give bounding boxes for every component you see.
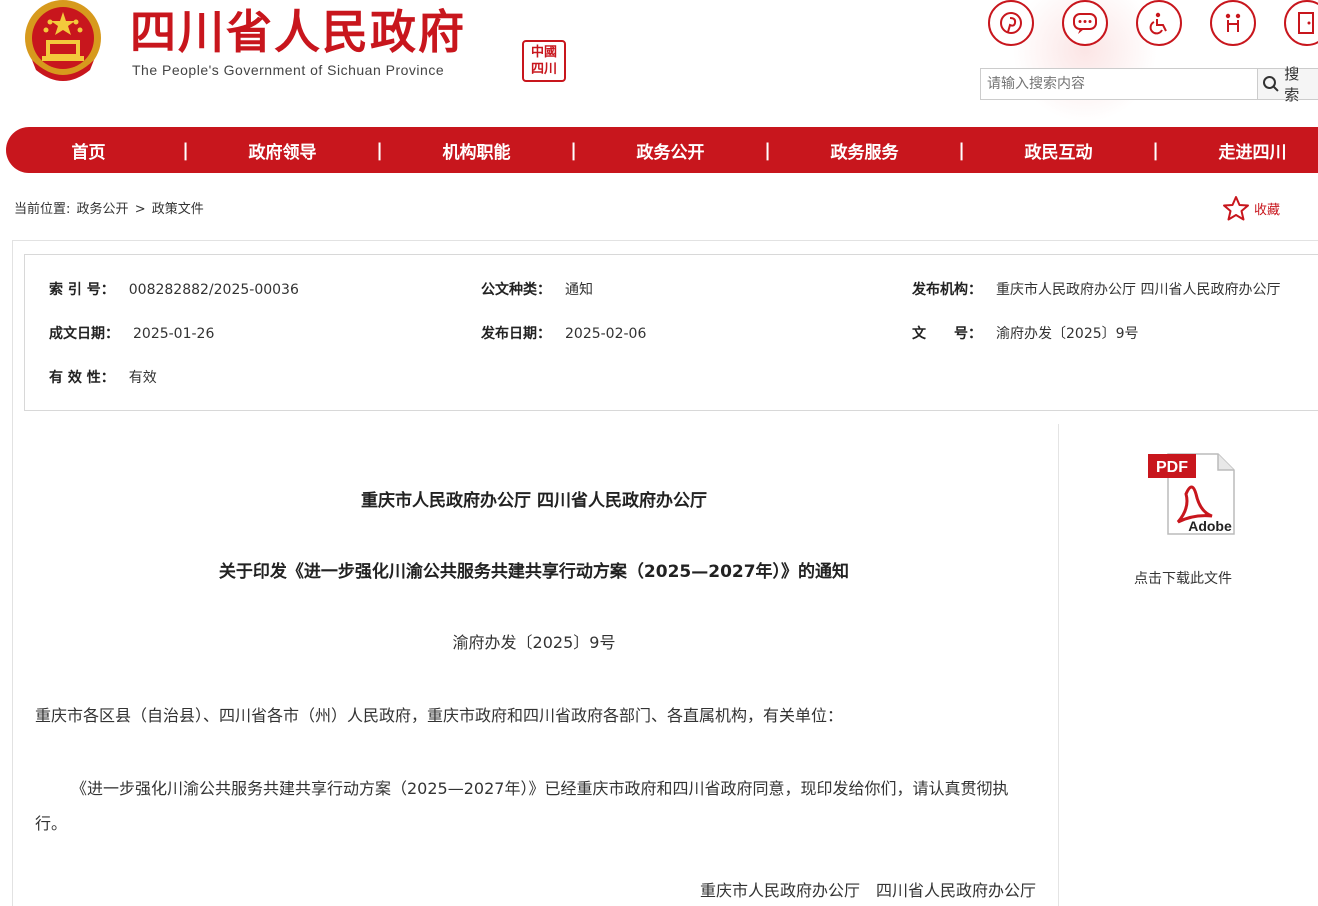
nav-item-interaction[interactable]: 政民互动	[1010, 138, 1107, 163]
meta-label: 索 引 号：	[49, 282, 115, 298]
meta-created-date: 成文日期： 2025-01-26	[49, 323, 214, 343]
meta-label: 发布机构：	[912, 282, 982, 298]
breadcrumb: 当前位置: 政务公开 > 政策文件	[14, 198, 206, 217]
breadcrumb-prefix: 当前位置:	[14, 202, 71, 217]
meta-value: 2025-01-26	[133, 326, 215, 342]
search-input[interactable]	[981, 69, 1258, 99]
article-addressees: 重庆市各区县（自治县）、四川省各市（州）人民政府，重庆市政府和四川省政府各部门、…	[35, 706, 844, 725]
search-button-label: 搜 索	[1284, 65, 1300, 104]
nav-item-gov-affairs[interactable]: 政务公开	[622, 138, 719, 163]
nav-separator: |	[958, 139, 965, 161]
nav-item-leaders[interactable]: 政府领导	[234, 138, 331, 163]
nav-separator: |	[376, 139, 383, 161]
download-file-link[interactable]: 点击下载此文件	[1134, 568, 1232, 588]
adobe-text: Adobe	[1188, 518, 1232, 534]
favorite-label: 收藏	[1254, 202, 1281, 218]
meta-validity: 有 效 性： 有效	[49, 367, 157, 387]
document-meta-table: 索 引 号： 008282882/2025-00036 公文种类： 通知 发布机构：…	[24, 254, 1318, 411]
meta-issuer: 发布机构： 重庆市人民政府办公厅 四川省人民政府办公厅	[912, 279, 1280, 299]
article-issuer: 重庆市人民政府办公厅 四川省人民政府办公厅	[361, 491, 707, 511]
nav-separator: |	[182, 139, 189, 161]
meta-label: 发布日期：	[481, 326, 551, 342]
meta-doc-no: 文 号： 渝府办发〔2025〕9号	[912, 323, 1139, 343]
meta-label: 有 效 性：	[49, 370, 115, 386]
article-title: 关于印发《进一步强化川渝公共服务共建共享行动方案（2025—2027年）》的通知	[218, 562, 850, 582]
article-signature: 重庆市人民政府办公厅 四川省人民政府办公厅	[699, 881, 1036, 900]
exit-icon[interactable]	[1284, 0, 1318, 46]
meta-value: 通知	[565, 282, 593, 298]
article-body: 重庆市人民政府办公厅 四川省人民政府办公厅 关于印发《进一步强化川渝公共服务共建…	[24, 424, 1054, 906]
elderly-care-icon[interactable]	[1210, 0, 1256, 46]
china-sichuan-seal: 中國 四川	[522, 40, 566, 82]
meta-label: 文 号：	[912, 326, 982, 342]
meta-value: 有效	[128, 370, 157, 386]
top-icon-bar	[988, 0, 1318, 46]
meta-value: 渝府办发〔2025〕9号	[996, 326, 1139, 342]
meta-index-no: 索 引 号： 008282882/2025-00036	[49, 279, 299, 299]
star-icon	[1223, 196, 1249, 221]
main-nav: 首页 | 政府领导 | 机构职能 | 政务公开 | 政务服务 | 政民互动 | …	[6, 127, 1318, 173]
search-box: 搜 索	[980, 65, 1318, 104]
nav-separator: |	[764, 139, 771, 161]
breadcrumb-policy-docs[interactable]: 政策文件	[152, 202, 204, 217]
article-doc-no: 渝府办发〔2025〕9号	[452, 633, 616, 652]
national-emblem-icon	[25, 0, 101, 81]
accessibility-icon[interactable]	[1136, 0, 1182, 46]
meta-label: 公文种类：	[481, 282, 551, 298]
column-divider	[1058, 424, 1059, 906]
nav-separator: |	[1152, 139, 1159, 161]
nav-item-services[interactable]: 政务服务	[816, 138, 913, 163]
meta-published-date: 发布日期： 2025-02-06	[481, 323, 646, 343]
meta-value: 2025-02-06	[565, 326, 647, 342]
meta-value: 008282882/2025-00036	[128, 282, 299, 298]
favorite-button[interactable]: 收藏	[1222, 195, 1280, 221]
site-header: 四川省人民政府 The People's Government of Sichu…	[0, 0, 1318, 120]
breadcrumb-gov-affairs[interactable]: 政务公开	[77, 202, 129, 217]
meta-label: 成文日期：	[49, 326, 119, 342]
article-paragraph: 《进一步强化川渝公共服务共建共享行动方案（2025—2027年）》已经重庆市政府…	[35, 779, 1009, 833]
nav-item-home[interactable]: 首页	[40, 138, 137, 163]
chat-icon[interactable]	[1062, 0, 1108, 46]
meta-doc-type: 公文种类： 通知	[481, 279, 593, 299]
search-button[interactable]: 搜 索	[1257, 65, 1318, 104]
pdf-download-icon[interactable]: PDF Adobe	[1146, 450, 1236, 538]
breadcrumb-separator: >	[134, 202, 146, 217]
site-subtitle: The People's Government of Sichuan Provi…	[132, 62, 445, 78]
nav-item-about-sichuan[interactable]: 走进四川	[1204, 138, 1301, 163]
pinterest-icon[interactable]	[988, 0, 1034, 46]
meta-value: 重庆市人民政府办公厅 四川省人民政府办公厅	[996, 282, 1281, 298]
site-title: 四川省人民政府	[130, 5, 466, 59]
nav-separator: |	[570, 139, 577, 161]
pdf-badge-text: PDF	[1156, 459, 1188, 476]
search-icon	[1263, 76, 1280, 92]
nav-item-functions[interactable]: 机构职能	[428, 138, 525, 163]
